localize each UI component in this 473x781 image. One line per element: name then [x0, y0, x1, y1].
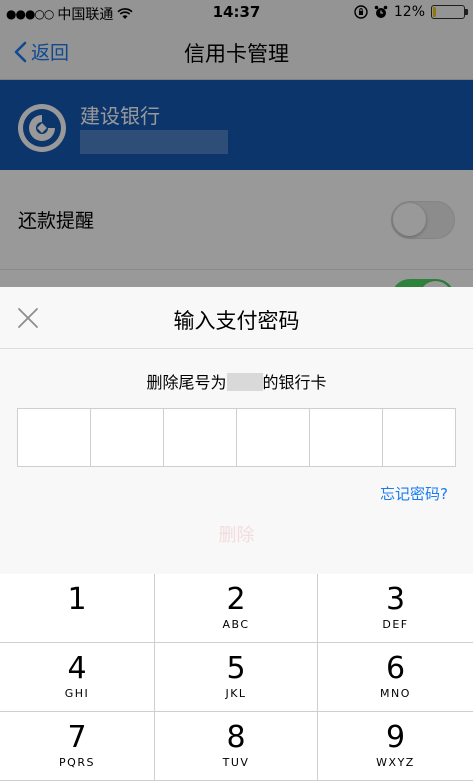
key-digit: 6 [385, 651, 406, 686]
payment-password-sheet: 输入支付密码 删除尾号为 的银行卡 忘记密码? 删除 [0, 287, 473, 574]
key-letters: ABC [222, 618, 250, 631]
key-letters: JKL [225, 687, 247, 700]
key-letters: MNO [380, 687, 411, 700]
key-8[interactable]: 8 TUV [155, 712, 318, 781]
key-digit: 7 [67, 720, 87, 755]
key-digit: 8 [226, 720, 246, 755]
key-9[interactable]: 9 WXYZ [318, 712, 473, 781]
key-digit: 4 [67, 651, 87, 686]
numeric-keypad: 1 2 ABC 3 DEF 4 GHI 5 JKL 6 MNO 7 PQRS 8 TUV 9W… [0, 574, 473, 781]
key-5[interactable]: 5 JKL [155, 643, 318, 712]
desc-prefix: 删除尾号为 [146, 373, 227, 392]
pin-cell [18, 409, 91, 466]
key-letters: DEF [382, 618, 409, 631]
card-tail-redacted [226, 373, 263, 391]
key-1[interactable]: 1 [0, 574, 155, 643]
sheet-header: 输入支付密码 [0, 287, 473, 349]
pin-cell [91, 409, 164, 466]
pin-cell [164, 409, 237, 466]
key-digit: 5 [226, 651, 246, 686]
forgot-password-link[interactable]: 忘记密码? [380, 483, 448, 504]
pin-cell [383, 409, 455, 466]
key-digit: 9 [385, 720, 406, 755]
desc-suffix: 的银行卡 [262, 373, 327, 392]
key-letters: WXYZ [376, 756, 415, 769]
key-digit: 1 [67, 582, 87, 617]
key-digit: 3 [385, 582, 406, 617]
key-letters: PQRS [59, 756, 95, 769]
key-3[interactable]: 3 DEF [318, 574, 473, 643]
pin-cell [237, 409, 310, 466]
sheet-title: 输入支付密码 [173, 309, 300, 333]
key-letters: GHI [64, 687, 90, 700]
pin-input[interactable] [17, 408, 456, 467]
key-7[interactable]: 7 PQRS [0, 712, 155, 781]
key-6[interactable]: 6 MNO [318, 643, 473, 712]
sheet-description: 删除尾号为 的银行卡 [0, 369, 473, 393]
key-2[interactable]: 2 ABC [155, 574, 318, 643]
pin-cell [310, 409, 383, 466]
key-digit: 2 [226, 582, 246, 617]
key-letters: TUV [222, 756, 250, 769]
key-4[interactable]: 4 GHI [0, 643, 155, 712]
delete-button-behind: 删除 [218, 525, 255, 546]
